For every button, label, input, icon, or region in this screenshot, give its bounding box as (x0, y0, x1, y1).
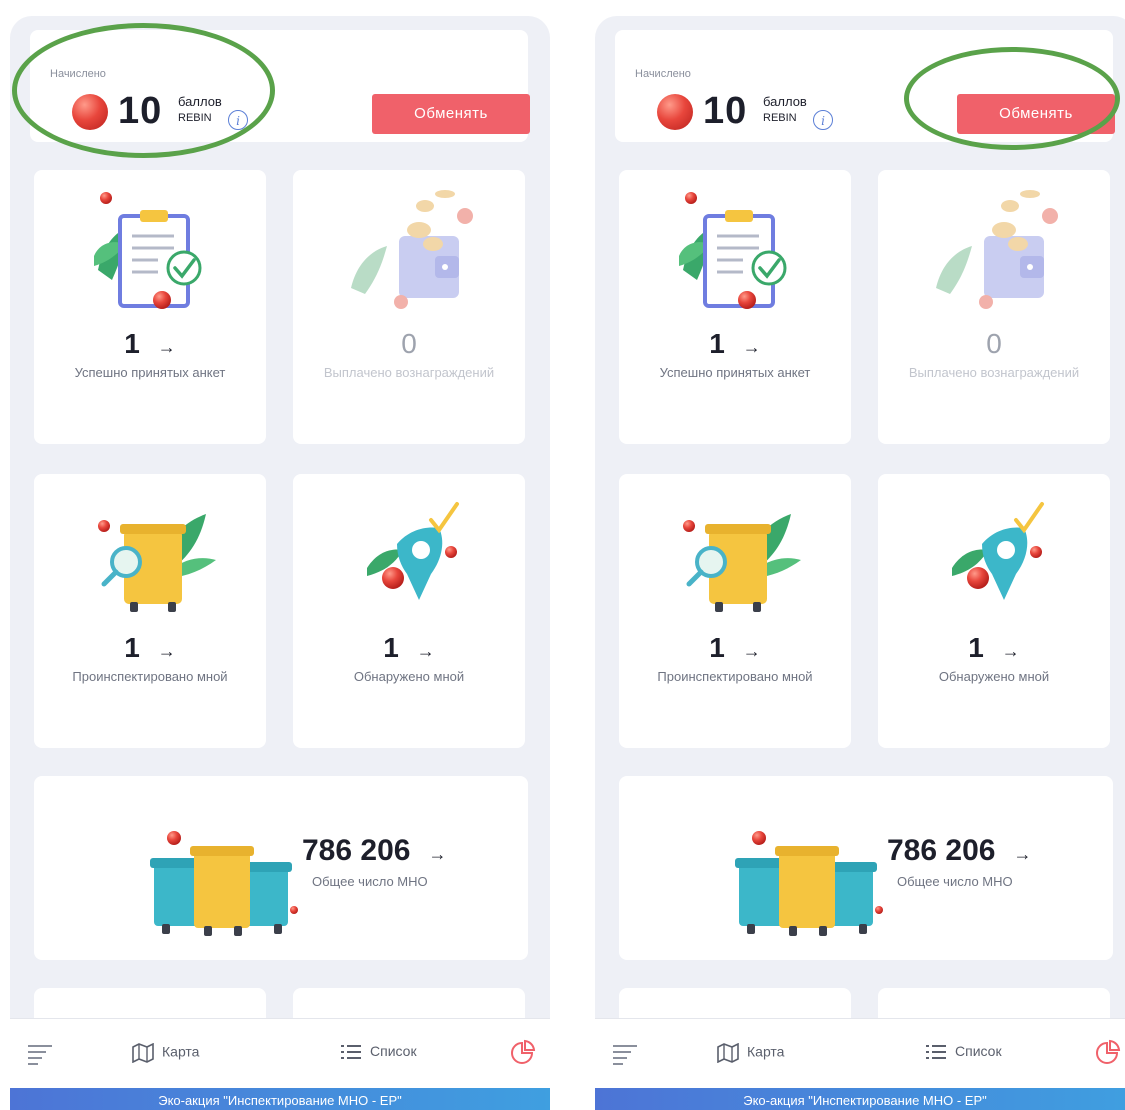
tile-value: 0 (986, 328, 1002, 359)
map-icon (717, 1042, 739, 1064)
arrow-right-icon: → (1001, 641, 1020, 661)
accepted-surveys-tile[interactable]: 1 → Успешно принятых анкет (619, 170, 851, 444)
bin-magnifier-icon (34, 474, 266, 624)
arrow-right-icon: → (742, 641, 761, 661)
balance-card: Начислено 10 баллов REBIN i Обменять (30, 30, 530, 142)
accrued-label: Начислено (50, 68, 106, 80)
list-icon (926, 1045, 946, 1060)
accrued-label: Начислено (635, 68, 691, 80)
total-mno-card[interactable]: 786 206 → Общее число МНО (619, 776, 1113, 960)
tile-value: 1 → (383, 632, 435, 663)
tab-list[interactable]: Список (925, 1043, 1002, 1065)
map-pin-check-icon (878, 474, 1110, 624)
clipboard-check-icon (34, 170, 266, 320)
points-value: 10 (703, 90, 748, 132)
inspected-by-me-tile[interactable]: 1 → Проинспектировано мной (34, 474, 266, 748)
tile-value: 1 → (124, 632, 176, 663)
wallet-coins-icon (293, 170, 525, 320)
arrow-right-icon: → (428, 844, 447, 864)
map-pin-check-icon (293, 474, 525, 624)
arrow-right-icon: → (1013, 844, 1032, 864)
list-icon (341, 1045, 361, 1060)
tile-value: 1 → (124, 328, 176, 359)
waste-bins-icon (124, 812, 324, 942)
stats-pie-icon[interactable] (508, 1039, 536, 1067)
tile-caption: Обнаружено мной (353, 669, 465, 684)
bottom-tab-bar: Карта Список (10, 1018, 550, 1089)
tile-caption: Проинспектировано мной (657, 669, 813, 684)
arrow-right-icon: → (416, 641, 435, 661)
balance-card: Начислено 10 баллов REBIN i Обменять (615, 30, 1115, 142)
tile-caption: Выплачено вознаграждений (908, 365, 1080, 380)
tile-caption: Успешно принятых анкет (74, 365, 226, 380)
tile-value: 1 → (709, 328, 761, 359)
total-caption: Общее число МНО (897, 874, 1013, 889)
points-token: REBIN (763, 112, 797, 124)
info-icon[interactable]: i (813, 110, 833, 130)
bin-magnifier-icon (619, 474, 851, 624)
arrow-right-icon: → (157, 337, 176, 357)
inspected-by-me-tile[interactable]: 1 → Проинспектировано мной (619, 474, 851, 748)
promo-banner[interactable]: Эко-акция "Инспектирование МНО - ЕР" (595, 1088, 1125, 1110)
tab-map[interactable]: Карта (717, 1042, 784, 1065)
info-icon[interactable]: i (228, 110, 248, 130)
rewards-paid-tile: 0 Выплачено вознаграждений (293, 170, 525, 444)
exchange-button[interactable]: Обменять (957, 94, 1115, 134)
tile-caption: Успешно принятых анкет (659, 365, 811, 380)
clipboard-check-icon (619, 170, 851, 320)
tab-map[interactable]: Карта (132, 1042, 199, 1065)
waste-bins-icon (709, 812, 909, 942)
rewards-paid-tile: 0 Выплачено вознаграждений (878, 170, 1110, 444)
tile-caption: Обнаружено мной (938, 669, 1050, 684)
bottom-tab-bar: Карта Список (595, 1018, 1125, 1089)
points-unit: баллов (178, 94, 222, 109)
tile-caption: Проинспектировано мной (72, 669, 228, 684)
menu-icon[interactable] (26, 1043, 54, 1065)
total-value: 786 206 → (302, 834, 447, 867)
tile-value: 1 → (709, 632, 761, 663)
tile-value: 0 (401, 328, 417, 359)
points-value: 10 (118, 90, 163, 132)
total-mno-card[interactable]: 786 206 → Общее число МНО (34, 776, 528, 960)
rebin-coin-icon (657, 94, 693, 130)
stats-pie-icon[interactable] (1093, 1039, 1121, 1067)
tab-list[interactable]: Список (340, 1043, 417, 1065)
found-by-me-tile[interactable]: 1 → Обнаружено мной (878, 474, 1110, 748)
wallet-coins-icon (878, 170, 1110, 320)
phone-screen-left: Начислено 10 баллов REBIN i Обменять 1 → … (10, 16, 550, 1110)
arrow-right-icon: → (742, 337, 761, 357)
rebin-coin-icon (72, 94, 108, 130)
exchange-button[interactable]: Обменять (372, 94, 530, 134)
total-value: 786 206 → (887, 834, 1032, 867)
menu-icon[interactable] (611, 1043, 639, 1065)
phone-screen-right: Начислено 10 баллов REBIN i Обменять 1 → … (595, 16, 1125, 1110)
points-token: REBIN (178, 112, 212, 124)
accepted-surveys-tile[interactable]: 1 → Успешно принятых анкет (34, 170, 266, 444)
tile-caption: Выплачено вознаграждений (323, 365, 495, 380)
arrow-right-icon: → (157, 641, 176, 661)
found-by-me-tile[interactable]: 1 → Обнаружено мной (293, 474, 525, 748)
promo-banner[interactable]: Эко-акция "Инспектирование МНО - ЕР" (10, 1088, 550, 1110)
total-caption: Общее число МНО (312, 874, 428, 889)
map-icon (132, 1042, 154, 1064)
tile-value: 1 → (968, 632, 1020, 663)
points-unit: баллов (763, 94, 807, 109)
